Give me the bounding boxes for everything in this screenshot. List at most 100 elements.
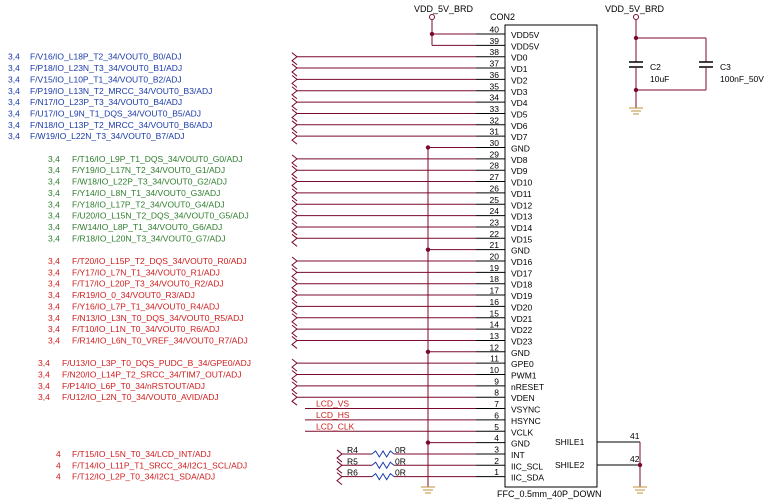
pin-name-36: VD2 [511,75,528,85]
net-prefix-33: 3,4 [8,108,20,118]
pin-name-26: VD11 [511,189,532,199]
i2c-prefix-3: 4 [56,449,61,459]
net-label-20: F/T20/IO_L15P_T2_DQS_34/VOUT0_R0/ADJ [72,256,247,266]
pin-number-14: 14 [490,320,500,330]
pin-name-9: nRESET [511,382,544,392]
pin-number-29: 29 [490,149,500,159]
net-label-27: F/W18/IO_L22P_T3_34/VOUT0_G2/ADJ [72,177,227,187]
net-prefix-19: 3,4 [48,267,60,277]
pin-name-11: GPE0 [511,359,534,369]
pin-number-26: 26 [490,183,500,193]
bus-entry-35 [291,86,298,100]
net-label-9: F/P14/IO_L6P_T0_34/nRSTOUT/ADJ [62,381,205,391]
pin-number-32: 32 [490,115,500,125]
resistor-R4 [371,449,395,458]
power-label-caps: VDD_5V_BRD [605,4,665,14]
net-prefix-20: 3,4 [48,256,60,266]
net-label-24: F/U20/IO_L15N_T2_DQS_34/VOUT0_G5/ADJ [72,211,249,221]
pin-number-20: 20 [490,252,500,262]
bus-entry-22 [291,233,298,247]
net-label-16: F/Y16/IO_L7P_T1_34/VOUT0_R4/ADJ [72,301,219,311]
connector-designator: CON2 [490,12,515,22]
pin-name-21: GND [511,246,530,256]
bus-entry-29 [291,154,298,168]
net-prefix-10: 3,4 [38,370,50,380]
resistor-ref-R4: R4 [347,445,358,455]
net-label-35: F/P19/IO_L13N_T2_MRCC_34/VOUT0_B3/ADJ [30,86,212,96]
pin-name-34: VD4 [511,98,528,108]
pin-number-7: 7 [494,399,499,409]
shield-name-41: SHILE1 [555,437,585,447]
pin-name-3: INT [511,450,525,460]
net-prefix-22: 3,4 [48,233,60,243]
bus-entry-15 [291,313,298,327]
pin-name-30: GND [511,144,530,154]
pin-name-15: VD21 [511,314,533,324]
pin-name-39: VDD5V [511,41,540,51]
net-label-19: F/Y17/IO_L7N_T1_34/VOUT0_R1/ADJ [72,267,220,277]
resistor-value-R6: 0R [395,468,406,478]
bus-entry-20 [291,256,298,270]
power-flag-connector [429,14,435,20]
pin-number-16: 16 [490,297,500,307]
bus-entry-31 [291,131,298,145]
pin-number-23: 23 [490,217,500,227]
resistor-R6 [371,472,395,481]
net-label-38: F/V16/IO_L18P_T2_34/VOUT0_B0/ADJ [30,52,182,62]
bus-entry-38 [291,52,298,66]
net-prefix-18: 3,4 [48,279,60,289]
net-prefix-24: 3,4 [48,211,60,221]
pin-name-27: VD10 [511,178,533,188]
pin-name-24: VD13 [511,212,533,222]
i2c-entry-3 [336,449,343,463]
pin-number-40: 40 [490,25,500,35]
i2c-entry-1 [336,472,343,486]
i2c-label-3: F/T15/IO_L5N_T0_34/LCD_INT/ADJ [72,449,211,459]
net-label-31: F/W19/IO_L22N_T3_34/VOUT0_B7/ADJ [30,131,185,141]
pin-number-9: 9 [494,376,499,386]
shield-name-42: SHILE2 [555,460,585,470]
bus-entry-19 [291,267,298,281]
bus-entry-24 [291,211,298,224]
net-prefix-26: 3,4 [48,188,60,198]
pin-name-29: VD8 [511,155,528,165]
pin-name-16: VD20 [511,302,533,312]
pin-name-35: VD3 [511,87,528,97]
shield-number-41: 41 [630,431,640,441]
bus-entry-18 [291,279,298,293]
net-label-36: F/V15/IO_L10P_T1_34/VOUT0_B2/ADJ [30,74,182,84]
net-prefix-23: 3,4 [48,222,60,232]
connector-part-number: FFC_0.5mm_40P_DOWN [497,489,602,499]
pin-number-11: 11 [490,354,499,364]
pin-number-39: 39 [490,36,500,46]
net-prefix-11: 3,4 [38,358,50,368]
bus-entry-23 [291,222,298,236]
bus-entry-14 [291,324,298,338]
pin-number-22: 22 [490,229,500,239]
bus-entry-16 [291,302,298,315]
net-prefix-37: 3,4 [8,63,20,73]
net-prefix-17: 3,4 [48,290,60,300]
bus-entry-33 [291,109,298,122]
net-prefix-36: 3,4 [8,74,20,84]
pin-number-28: 28 [490,161,500,171]
pin-name-14: VD22 [511,325,533,335]
pin-number-10: 10 [490,365,500,375]
schematic-diagram: CON2 FFC_0.5mm_40P_DOWN VDD_5V_BRD VDD_5… [8,4,764,499]
net-prefix-25: 3,4 [48,199,60,209]
bus-entry-34 [291,97,298,111]
net-label-13: F/R14/IO_L6N_T0_VREF_34/VOUT0_R7/ADJ [72,335,248,345]
pin-name-2: IIC_SCL [511,461,543,471]
net-label-8: F/U12/IO_L2N_T0_34/VOUT0_AVID/ADJ [62,392,219,402]
bus-entry-36 [291,75,298,88]
net-prefix-14: 3,4 [48,324,60,334]
cap-ref-C2: C2 [650,62,661,72]
bus-entry-26 [291,188,298,202]
pin-name-8: VDEN [511,393,535,403]
bus-entry-17 [291,290,298,304]
pin-number-5: 5 [494,422,499,432]
bus-entry-27 [291,177,298,190]
net-prefix-8: 3,4 [38,392,50,402]
cap-value-C3: 100nF_50V [720,74,764,84]
pin-number-33: 33 [490,104,500,114]
